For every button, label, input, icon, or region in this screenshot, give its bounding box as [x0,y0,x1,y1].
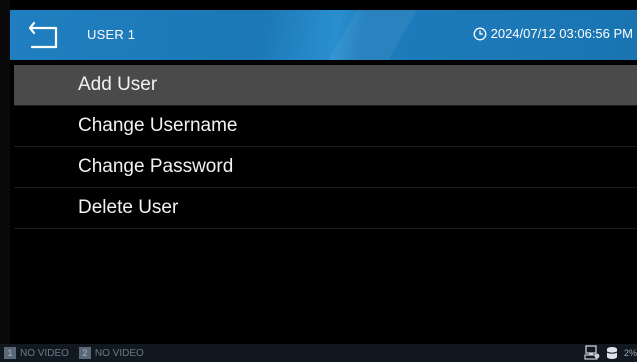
disk-usage-text: 2% [623,347,637,358]
channel-number: 1 [4,347,16,359]
header-bar: USER 1 2024/07/12 03:06:56 PM [10,10,637,60]
menu-item-label: Change Password [78,156,234,177]
status-bar: 1 NO VIDEO 2 NO VIDEO 2% [0,344,637,362]
channel-2-status: 2 NO VIDEO [78,347,144,359]
clock-icon [473,27,487,41]
screen: USER 1 2024/07/12 03:06:56 PM Add User C… [0,0,637,362]
menu-item-delete-user[interactable]: Delete User [14,188,637,229]
menu-item-label: Change Username [78,115,238,136]
status-icons: 2% [584,345,637,360]
channel-1-status: 1 NO VIDEO [4,347,69,359]
datetime-display: 2024/07/12 03:06:56 PM [473,26,633,41]
menu-item-label: Delete User [78,197,179,218]
menu-item-add-user[interactable]: Add User [14,65,637,106]
hdd-icon [606,346,618,360]
menu-item-change-password[interactable]: Change Password [14,147,637,188]
menu-item-change-username[interactable]: Change Username [14,106,637,147]
channel-number: 2 [78,347,91,359]
datetime-text: 2024/07/12 03:06:56 PM [490,26,633,41]
back-arrow-icon [28,21,62,54]
left-edge [0,0,10,362]
back-button[interactable] [28,20,62,50]
menu-item-label: Add User [78,74,158,95]
page-title: USER 1 [87,27,136,42]
channel-status-text: NO VIDEO [20,347,69,359]
channel-status-text: NO VIDEO [94,347,144,359]
network-icon [584,345,600,360]
user-menu: Add User Change Username Change Password… [14,65,637,229]
